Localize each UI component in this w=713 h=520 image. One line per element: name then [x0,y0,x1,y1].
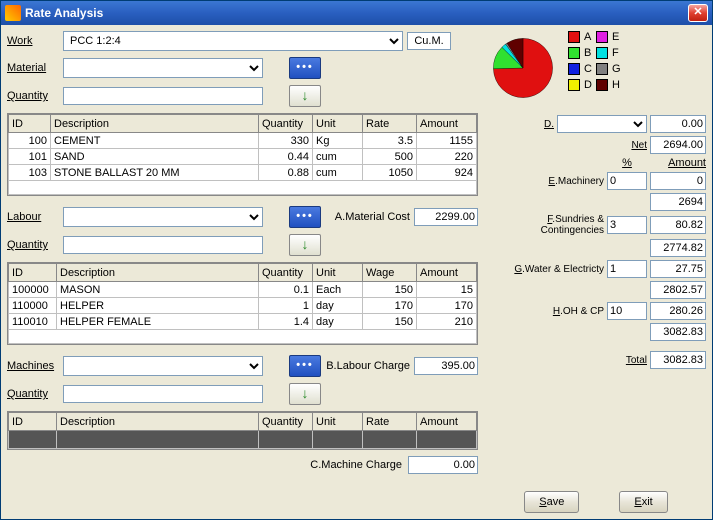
e-amount [650,172,706,190]
table-row[interactable]: 110000HELPER1day170170 [9,298,477,314]
d-combo[interactable] [557,115,647,133]
material-cost-label: A.Material Cost [325,211,410,223]
material-label: Material [7,62,59,74]
total-value [650,351,706,369]
g-pct-input[interactable] [607,260,647,278]
pie-chart [486,31,560,105]
legend-item: C [568,63,592,75]
table-row[interactable]: 100CEMENT330Kg3.51155 [9,133,477,149]
net-value [650,136,706,154]
subtotal-2 [650,239,706,257]
work-label: Work [7,35,59,47]
material-cost-value [414,208,478,226]
g-label: G.Water & Electricty [486,264,604,275]
machines-combo[interactable] [63,356,263,376]
f-amount [650,216,706,234]
total-label: Total [626,355,647,366]
work-combo[interactable]: PCC 1:2:4 [63,31,403,51]
d-value [650,115,706,133]
table-row [9,431,477,449]
subtotal-3 [650,281,706,299]
machines-lookup-button[interactable]: ••• [289,355,321,377]
material-qty-input[interactable] [63,87,263,105]
amount-header: Amount [668,157,706,169]
work-unit [407,32,451,50]
h-pct-input[interactable] [607,302,647,320]
labour-qty-input[interactable] [63,236,263,254]
g-amount [650,260,706,278]
labour-cost-value [414,357,478,375]
machine-cost-label: C.Machine Charge [310,459,402,471]
machines-table[interactable]: IDDescriptionQuantityUnitRateAmount [7,411,478,450]
f-label: F.Sundries & Contingencies [486,214,604,236]
legend-item: D [568,79,592,91]
d-label: D. [544,119,554,130]
subtotal-4 [650,323,706,341]
legend-item: B [568,47,592,59]
table-row[interactable]: 100000MASON0.1Each15015 [9,282,477,298]
app-icon [5,5,21,21]
machines-qty-input[interactable] [63,385,263,403]
legend-item: E [596,31,621,43]
pct-header: % [622,157,632,169]
legend-item: H [596,79,621,91]
machines-qty-label: Quantity [7,388,59,400]
material-combo[interactable] [63,58,263,78]
material-qty-label: Quantity [7,90,59,102]
table-row[interactable]: 103STONE BALLAST 20 MM0.88cum1050924 [9,165,477,181]
labour-combo[interactable] [63,207,263,227]
machine-cost-value [408,456,478,474]
material-table[interactable]: IDDescriptionQuantityUnitRateAmount 100C… [7,113,478,196]
e-pct-input[interactable] [607,172,647,190]
labour-cost-label: B.Labour Charge [325,360,410,372]
chart-legend: ABCD EFGH [568,31,621,91]
h-amount [650,302,706,320]
machines-label: Machines [7,360,59,372]
material-lookup-button[interactable]: ••• [289,57,321,79]
titlebar: Rate Analysis ✕ [1,1,712,25]
legend-item: F [596,47,621,59]
net-label: Net [631,140,647,151]
h-label: H.OH & CP [486,306,604,317]
labour-add-button[interactable]: ↓ [289,234,321,256]
save-button[interactable]: Save [524,491,579,513]
legend-item: A [568,31,592,43]
labour-lookup-button[interactable]: ••• [289,206,321,228]
labour-qty-label: Quantity [7,239,59,251]
e-label: E.Machinery [486,176,604,187]
table-row[interactable]: 110010HELPER FEMALE1.4day150210 [9,314,477,330]
labour-label: Labour [7,211,59,223]
subtotal-1 [650,193,706,211]
window-title: Rate Analysis [25,6,688,20]
legend-item: G [596,63,621,75]
machines-add-button[interactable]: ↓ [289,383,321,405]
f-pct-input[interactable] [607,216,647,234]
table-row[interactable]: 101SAND0.44cum500220 [9,149,477,165]
exit-button[interactable]: Exit [619,491,667,513]
labour-table[interactable]: IDDescriptionQuantityUnitWageAmount 1000… [7,262,478,345]
close-button[interactable]: ✕ [688,4,708,22]
material-add-button[interactable]: ↓ [289,85,321,107]
